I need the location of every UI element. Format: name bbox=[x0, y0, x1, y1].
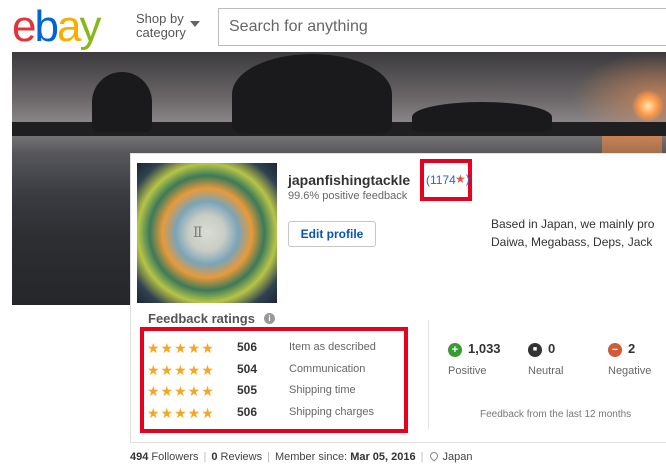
ebay-logo[interactable]: ebay bbox=[12, 2, 101, 51]
feedback-ratings-title: Feedback ratings bbox=[148, 311, 255, 326]
star-rating-icon: ★★★★★ bbox=[147, 383, 215, 399]
reviews-label[interactable]: Reviews bbox=[221, 451, 263, 463]
plus-circle-icon: + bbox=[448, 343, 462, 357]
minus-circle-icon: − bbox=[608, 343, 622, 357]
about-line: Based in Japan, we mainly pro bbox=[491, 217, 655, 231]
divider bbox=[428, 320, 429, 430]
logo-letter-y: y bbox=[79, 2, 101, 51]
search-input[interactable]: Search for anything bbox=[218, 8, 666, 46]
star-rating-icon: ★★★★★ bbox=[147, 340, 215, 356]
rating-label: Shipping time bbox=[289, 384, 356, 396]
member-since-date: Mar 05, 2016 bbox=[350, 451, 416, 463]
rating-count: 504 bbox=[237, 362, 258, 376]
logo-letter-b: b bbox=[34, 2, 59, 51]
shop-by-label: Shop by bbox=[136, 11, 184, 26]
feedback-period-note: Feedback from the last 12 months bbox=[480, 409, 632, 420]
profile-stats-bar: 494 Followers | 0 Reviews | Member since: Ma… bbox=[130, 450, 473, 463]
island-silhouette bbox=[92, 72, 152, 132]
positive-label: Positive bbox=[448, 365, 487, 377]
rating-count: 505 bbox=[237, 383, 258, 397]
reviews-count[interactable]: 0 bbox=[211, 451, 217, 463]
about-line: Daiwa, Megabass, Deps, Jack bbox=[491, 235, 653, 249]
separator: | bbox=[203, 451, 207, 463]
location-pin-icon bbox=[428, 450, 441, 462]
neutral-circle-icon: ■ bbox=[528, 343, 542, 357]
rating-label: Item as described bbox=[289, 341, 376, 353]
logo-letter-a: a bbox=[56, 2, 82, 51]
score-close-paren: ) bbox=[465, 172, 470, 186]
star-rating-icon: ★★★★★ bbox=[147, 362, 215, 378]
separator: | bbox=[420, 451, 424, 463]
location-text: Japan bbox=[442, 451, 473, 463]
separator: | bbox=[267, 451, 270, 463]
neutral-label: Neutral bbox=[528, 365, 564, 377]
category-label: category bbox=[136, 25, 186, 40]
rating-label: Communication bbox=[289, 363, 366, 375]
score-value: 1174 bbox=[430, 173, 456, 187]
info-icon[interactable]: i bbox=[264, 313, 275, 324]
star-rating-icon: ★★★★★ bbox=[147, 405, 215, 421]
chevron-down-icon[interactable] bbox=[190, 21, 200, 27]
neutral-count: 0 bbox=[548, 341, 556, 356]
site-header: ebay Shop by category Search for anythin… bbox=[0, 0, 666, 52]
negative-label: Negative bbox=[608, 365, 652, 377]
feedback-score[interactable]: (1174 bbox=[426, 173, 456, 187]
rating-count: 506 bbox=[237, 340, 258, 354]
positive-count: 1,033 bbox=[468, 341, 501, 356]
shop-by-category-button[interactable]: Shop by category bbox=[136, 12, 186, 40]
username-link[interactable]: japanfishingtackle bbox=[288, 172, 410, 188]
island-silhouette bbox=[232, 54, 392, 134]
followers-label[interactable]: Followers bbox=[151, 451, 198, 463]
logo-letter-e: e bbox=[12, 2, 37, 51]
about-text: Based in Japan, we mainly pro Daiwa, Meg… bbox=[491, 215, 666, 251]
positive-feedback-text: 99.6% positive feedback bbox=[288, 190, 408, 202]
member-since-label: Member since: bbox=[274, 451, 348, 463]
star-icon: ★) bbox=[455, 172, 470, 186]
avatar-lure-text: Ⅱ bbox=[193, 225, 203, 241]
negative-count: 2 bbox=[628, 341, 636, 356]
rating-label: Shipping charges bbox=[289, 406, 375, 418]
followers-count[interactable]: 494 bbox=[130, 451, 148, 463]
edit-profile-button[interactable]: Edit profile bbox=[288, 221, 376, 247]
sun-image bbox=[632, 90, 664, 122]
island-silhouette bbox=[412, 102, 552, 132]
rating-count: 506 bbox=[237, 405, 258, 419]
search-placeholder: Search for anything bbox=[229, 18, 368, 35]
profile-avatar[interactable]: Ⅱ bbox=[137, 163, 277, 303]
